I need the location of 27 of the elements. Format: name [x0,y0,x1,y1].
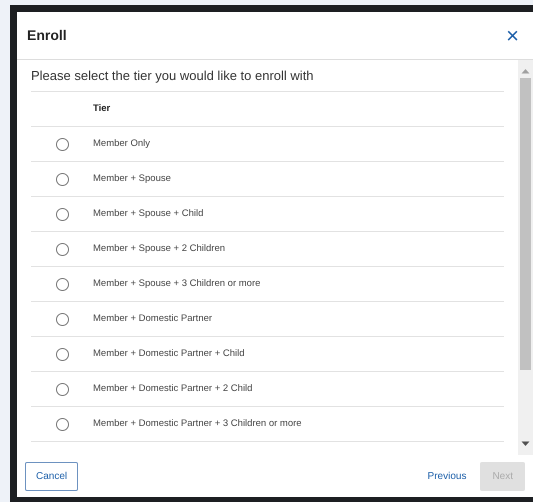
tier-label: Member + Domestic Partner + 3 Children or more [93,416,302,431]
previous-button[interactable]: Previous [422,462,472,490]
tier-label: Member + Domestic Partner + 2 Child [93,382,252,396]
column-header: Tier [93,102,110,116]
tier-radio[interactable] [56,208,68,220]
tier-label: Member + Spouse + 3 Children or more [93,276,260,291]
scrollbar[interactable] [518,60,533,455]
tier-radio[interactable] [56,418,68,430]
tier-label: Member + Spouse [93,172,171,186]
dialog-title: Enroll [27,26,67,45]
scroll-up-icon[interactable] [521,68,530,74]
tier-label: Member + Domestic Partner [93,312,212,326]
tier-radio[interactable] [56,172,68,186]
tier-label: Member Only [93,136,150,151]
tier-radio[interactable] [56,278,68,290]
tier-radio[interactable] [56,138,68,150]
tier-label: Member + Spouse + 2 Children [93,242,226,256]
tier-label: Member + Spouse + Child [93,206,204,221]
tier-label: Member + Domestic Partner + Child [93,346,245,361]
tier-radio[interactable] [56,348,68,360]
scroll-down-icon[interactable] [521,441,530,447]
close-button[interactable]: × [506,24,519,46]
cancel-button[interactable]: Cancel [25,462,78,490]
prompt-text: Please select the tier you would like to enroll with [31,66,314,85]
tier-radio[interactable] [56,382,68,396]
tier-radio[interactable] [56,242,68,256]
tier-radio[interactable] [56,312,68,326]
